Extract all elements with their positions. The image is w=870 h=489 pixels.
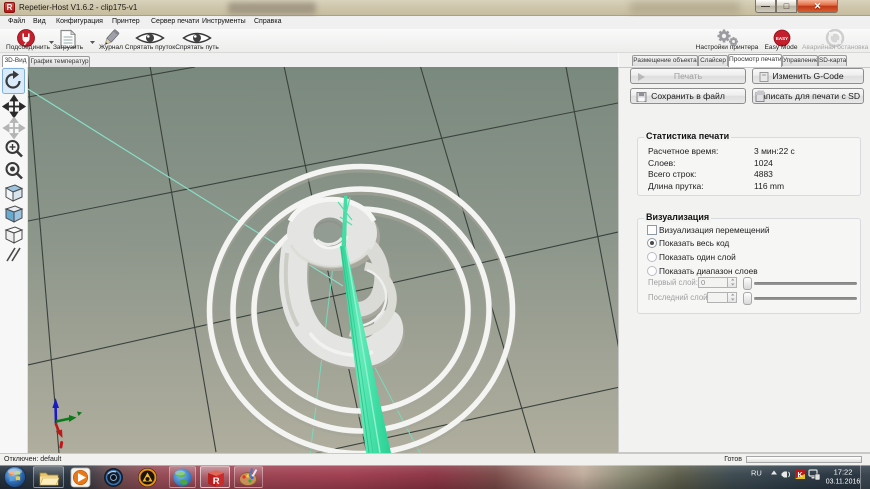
svg-text:EASY: EASY <box>776 36 788 41</box>
svg-text:03.11.2016: 03.11.2016 <box>826 479 861 486</box>
svg-text:R: R <box>213 476 220 487</box>
svg-text:K: K <box>797 472 802 479</box>
svg-text:17:22: 17:22 <box>834 468 853 477</box>
svg-text:RU: RU <box>751 469 762 478</box>
